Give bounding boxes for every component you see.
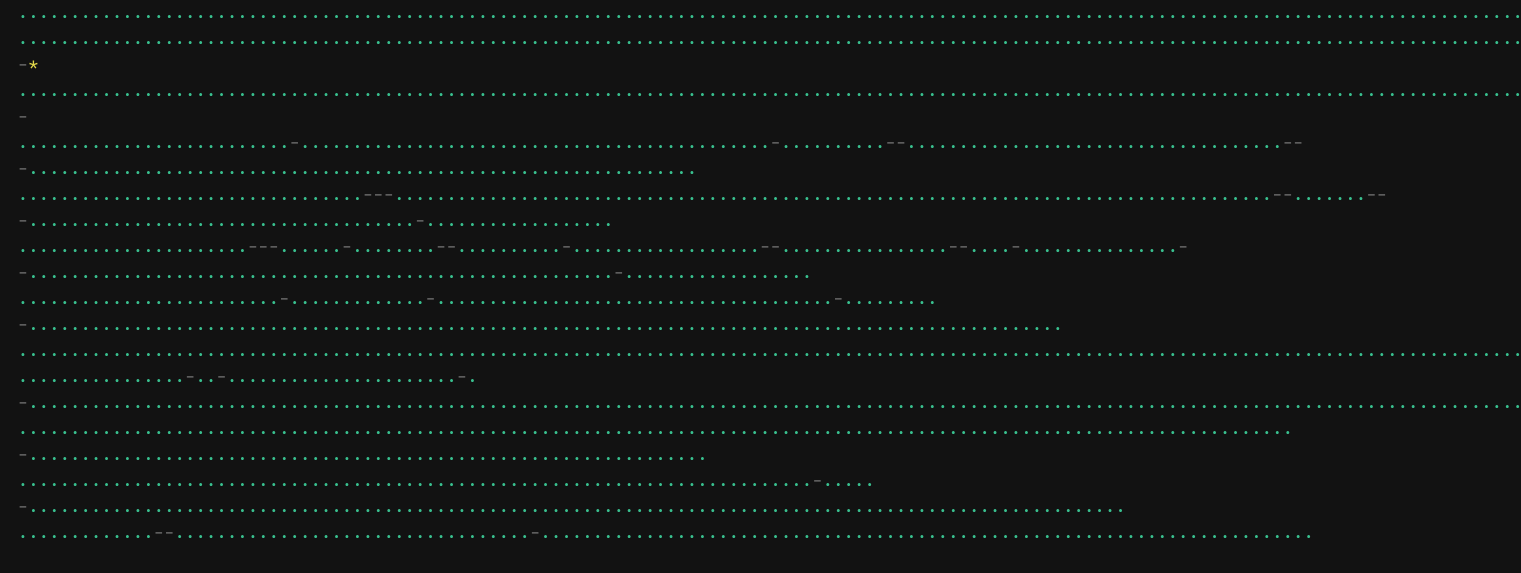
test-result-dots: ........................................… [0, 0, 1521, 546]
